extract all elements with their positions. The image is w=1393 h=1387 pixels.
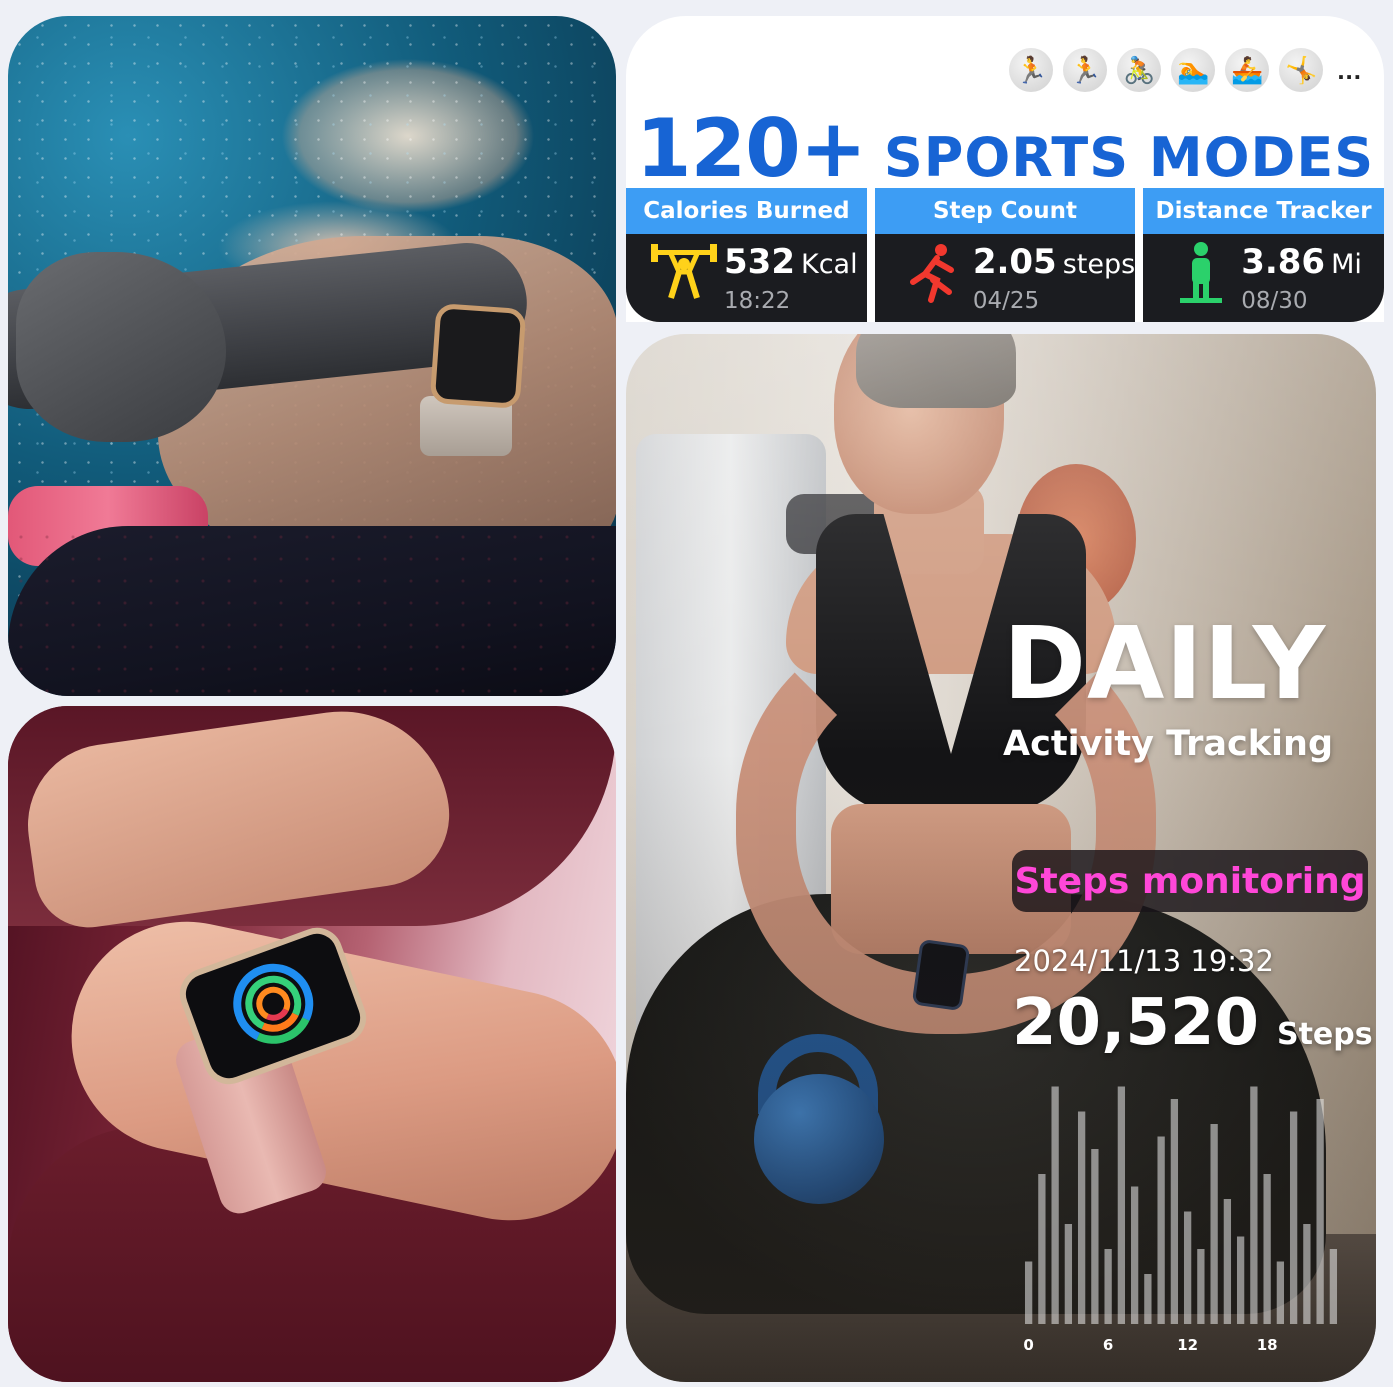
daily-heading: DAILY Activity Tracking xyxy=(1003,605,1348,765)
chart-bar xyxy=(1064,1224,1073,1324)
daily-title: DAILY xyxy=(1003,605,1327,722)
headline-number: 120+ xyxy=(635,102,867,195)
steps-unit: steps xyxy=(1062,249,1136,280)
chart-bar xyxy=(1250,1086,1258,1324)
stat-body: 532 Kcal 18:22 xyxy=(626,234,867,322)
stat-card-calories: Calories Burned 532 Kcal 18:22 xyxy=(626,188,867,322)
calories-value: 532 xyxy=(724,242,795,282)
chart-bar xyxy=(1077,1111,1086,1324)
daily-subtitle: Activity Tracking xyxy=(1003,724,1334,764)
walking-person-icon xyxy=(1161,240,1241,317)
headline: 120+ SPORTS MODES xyxy=(626,102,1384,195)
stat-card-distance: Distance Tracker 3.86 Mi 08/30 xyxy=(1143,188,1384,322)
chart-bar xyxy=(1210,1124,1218,1324)
chart-bar xyxy=(1038,1174,1046,1324)
sprinting-icon: 🏃 xyxy=(1063,48,1108,92)
stat-body: 3.86 Mi 08/30 xyxy=(1143,234,1384,322)
steps-value: 2.05 xyxy=(972,242,1057,282)
chart-bar xyxy=(1316,1099,1324,1324)
stat-title: Calories Burned xyxy=(626,188,867,234)
more-icon: ... xyxy=(1337,54,1362,85)
steps-unit: Steps xyxy=(1276,1017,1373,1052)
stats-row: Calories Burned 532 Kcal 18:22 Step Coun… xyxy=(626,188,1384,322)
stat-body: 2.05 steps 04/25 xyxy=(874,234,1136,322)
steps-date: 04/25 xyxy=(972,288,1040,314)
chart-bar xyxy=(1157,1136,1165,1324)
x-tick-label: 18 xyxy=(1257,1336,1278,1354)
distance-date: 08/30 xyxy=(1241,288,1308,314)
x-tick-label: 6 xyxy=(1103,1336,1113,1354)
hourly-steps-chart: 0 6 12 18 xyxy=(1016,1074,1346,1364)
chart-bar xyxy=(1170,1099,1179,1324)
distance-value: 3.86 xyxy=(1241,242,1326,282)
chart-bar xyxy=(1223,1199,1232,1324)
chart-bar xyxy=(1276,1261,1285,1324)
chart-bar xyxy=(1024,1261,1033,1324)
chart-bar xyxy=(1183,1211,1192,1324)
stat-card-steps: Step Count 2.05 steps 04/25 xyxy=(874,188,1136,322)
smartwatch xyxy=(429,302,527,410)
chart-bar xyxy=(1263,1174,1271,1324)
martial-arts-icon: 🤸 xyxy=(1279,48,1324,92)
gym-photo: DAILY Activity Tracking Steps monitoring… xyxy=(626,334,1376,1382)
swimming-icon: 🏊 xyxy=(1171,48,1216,92)
chart-bar xyxy=(1329,1249,1338,1324)
chart-bar xyxy=(1117,1086,1126,1324)
distance-unit: Mi xyxy=(1331,249,1362,280)
sports-modes-banner: 🏃 🏃 🚴 🏊 🚣 🤸 ... 120+ SPORTS MODES Calori… xyxy=(626,16,1384,322)
cycling-icon: 🚴 xyxy=(1117,48,1162,92)
chart-bar xyxy=(1104,1249,1112,1324)
stat-title: Step Count xyxy=(874,188,1136,234)
weightlifting-icon xyxy=(644,240,724,317)
headline-text: SPORTS MODES xyxy=(883,126,1375,189)
calories-time: 18:22 xyxy=(724,288,791,314)
sports-icons-row: 🏃 🏃 🚴 🏊 🚣 🤸 ... xyxy=(1009,48,1362,92)
swimming-photo xyxy=(8,16,616,696)
steps-timestamp: 2024/11/13 19:32 xyxy=(1014,944,1274,978)
chart-bar xyxy=(1236,1236,1245,1324)
chart-bar xyxy=(1197,1249,1205,1324)
steps-monitoring-badge: Steps monitoring xyxy=(1012,850,1368,912)
chart-bar xyxy=(1303,1224,1311,1324)
chart-bar xyxy=(1130,1186,1139,1324)
wrist-watch-photo xyxy=(8,706,616,1382)
rowing-icon: 🚣 xyxy=(1225,48,1270,92)
chart-bar xyxy=(1091,1149,1099,1324)
chart-bar xyxy=(1144,1274,1152,1324)
steps-total: 20,520 Steps xyxy=(1012,986,1373,1060)
steps-bar-chart: 0 6 12 18 xyxy=(1023,1086,1338,1354)
x-tick-label: 0 xyxy=(1023,1336,1033,1354)
stat-title: Distance Tracker xyxy=(1143,188,1384,234)
chart-bar xyxy=(1051,1086,1059,1324)
calories-unit: Kcal xyxy=(800,249,858,280)
x-tick-label: 12 xyxy=(1177,1336,1198,1354)
steps-number: 20,520 xyxy=(1012,986,1259,1060)
running-icon: 🏃 xyxy=(1009,48,1054,92)
chart-bar xyxy=(1289,1111,1298,1324)
swimmer-legs xyxy=(8,526,616,696)
running-person-icon xyxy=(893,240,973,317)
